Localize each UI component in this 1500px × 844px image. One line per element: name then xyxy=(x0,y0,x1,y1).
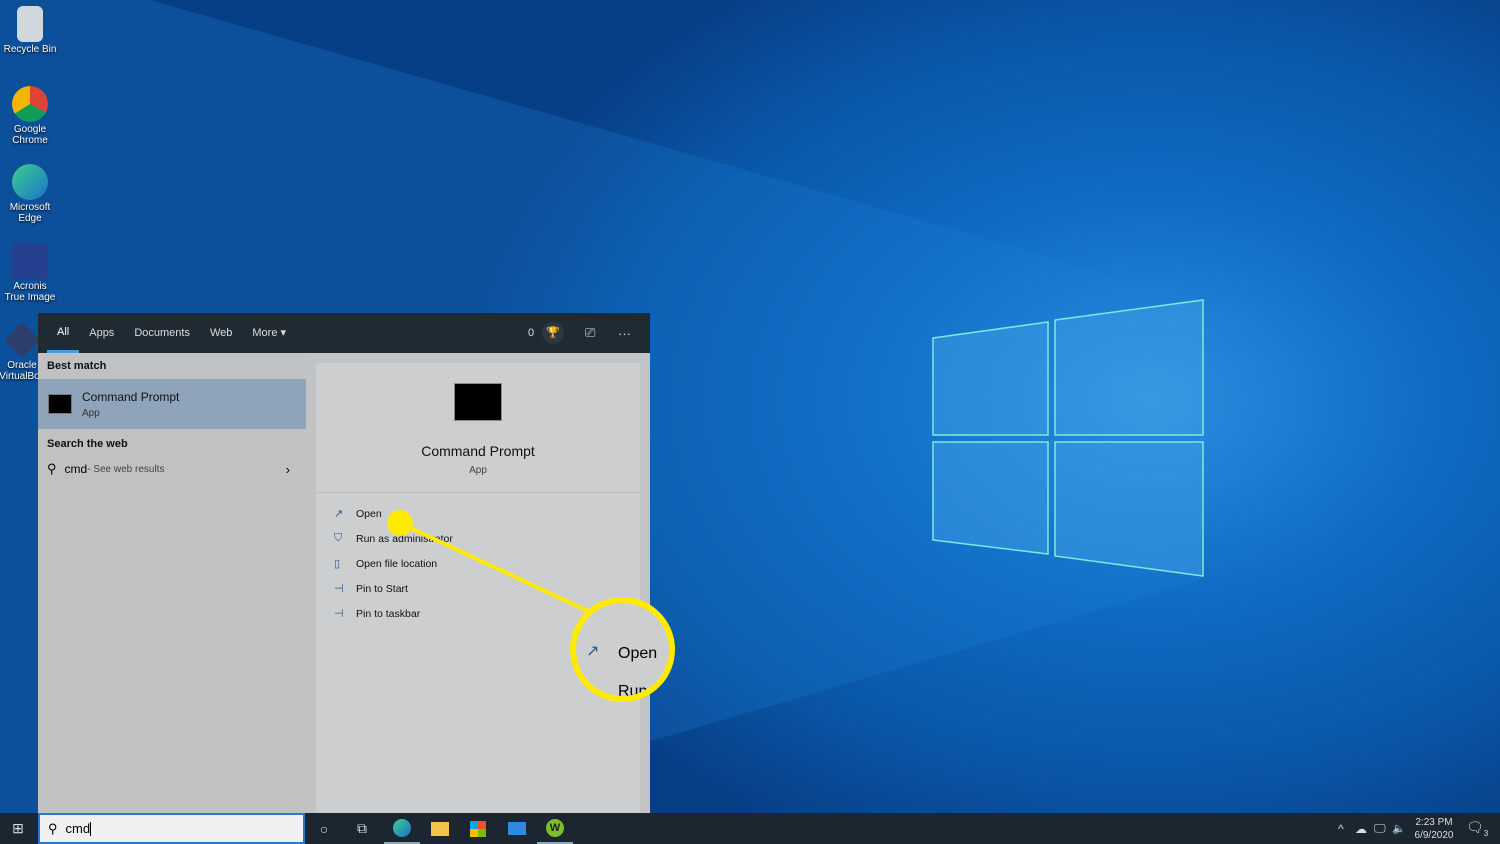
zoom-callout: ↗ Open Run xyxy=(570,597,675,702)
tab-apps[interactable]: Apps xyxy=(79,313,124,353)
chevron-down-icon: ▾ xyxy=(280,327,287,339)
action-run-as-administrator[interactable]: ⛉ Run as administrator xyxy=(316,526,640,551)
mail-icon[interactable] xyxy=(499,813,535,844)
search-icon: ⚲ xyxy=(47,461,57,476)
taskbar: ⊞ ⚲ cmd ○ ⧉ W ^ ☁ 🖵 🔈 2:23 PM 6/9/2020 🗨3 xyxy=(0,813,1500,844)
desktop-icon-chrome[interactable]: Google Chrome xyxy=(2,86,58,146)
taskbar-search-input[interactable]: ⚲ cmd xyxy=(38,813,305,844)
desktop-icon-edge[interactable]: Microsoft Edge xyxy=(2,164,58,224)
detail-pane: Command Prompt App ↗ Open ⛉ Run as adminis… xyxy=(316,363,640,813)
chrome-icon xyxy=(12,86,48,122)
acronis-icon xyxy=(12,243,48,279)
search-icon: ⚲ xyxy=(48,820,58,836)
edge-icon xyxy=(12,164,48,200)
search-panel: All Apps Documents Web More ▾ 0 🏆 ⎚ ··· … xyxy=(38,313,650,813)
action-pin-to-start[interactable]: ⊣ Pin to Start xyxy=(316,576,640,601)
desktop-icon-acronis[interactable]: Acronis True Image xyxy=(2,243,58,303)
results-pane: Best match Command Prompt App Search the… xyxy=(38,353,306,813)
chevron-up-icon[interactable]: ^ xyxy=(1338,822,1344,836)
rewards-count: 0 xyxy=(528,327,535,339)
chevron-right-icon: › xyxy=(285,461,290,477)
recycle-bin-icon xyxy=(17,6,43,42)
pin-icon: ⊣ xyxy=(334,583,344,595)
open-icon: ↗ xyxy=(334,508,344,520)
command-prompt-large-icon xyxy=(454,383,502,421)
volume-icon[interactable]: 🔈 xyxy=(1392,822,1406,835)
tab-all[interactable]: All xyxy=(47,313,80,353)
pin-icon: ⊣ xyxy=(334,608,344,620)
virtualbox-icon xyxy=(4,322,40,358)
trophy-icon[interactable]: 🏆 xyxy=(542,322,564,344)
detail-subtitle: App xyxy=(469,465,487,476)
app-w-icon[interactable]: W xyxy=(537,813,573,844)
best-match-heading: Best match xyxy=(47,360,107,372)
feedback-icon[interactable]: ⎚ xyxy=(585,325,595,341)
action-open-file-location[interactable]: ▯ Open file location xyxy=(316,551,640,576)
task-view-icon[interactable]: ⧉ xyxy=(344,813,380,844)
web-result-cmd[interactable]: ⚲ cmd - See web results › xyxy=(38,457,306,481)
store-icon[interactable] xyxy=(460,813,496,844)
windows-start-icon[interactable]: ⊞ xyxy=(0,813,36,844)
notification-icon[interactable]: 🗨3 xyxy=(1466,819,1488,838)
detail-title: Command Prompt xyxy=(421,443,535,459)
search-tabs: All Apps Documents Web More ▾ 0 🏆 ⎚ ··· xyxy=(38,313,650,353)
shield-icon: ⛉ xyxy=(334,532,343,544)
edge-taskbar-icon[interactable] xyxy=(384,813,420,844)
cortana-icon[interactable]: ○ xyxy=(306,813,342,844)
network-icon[interactable]: 🖵 xyxy=(1374,821,1386,836)
search-web-heading: Search the web xyxy=(47,438,128,450)
best-match-command-prompt[interactable]: Command Prompt App xyxy=(38,379,306,429)
tab-web[interactable]: Web xyxy=(200,313,242,353)
file-explorer-icon[interactable] xyxy=(422,813,458,844)
tab-documents[interactable]: Documents xyxy=(124,313,200,353)
more-options-icon[interactable]: ··· xyxy=(618,326,631,341)
onedrive-icon[interactable]: ☁ xyxy=(1355,822,1367,836)
clock[interactable]: 2:23 PM 6/9/2020 xyxy=(1412,816,1456,842)
desktop-icon-recycle-bin[interactable]: Recycle Bin xyxy=(2,6,58,55)
action-open[interactable]: ↗ Open xyxy=(316,501,640,526)
command-prompt-icon xyxy=(48,394,72,414)
tab-more[interactable]: More ▾ xyxy=(242,313,296,353)
open-icon: ↗ xyxy=(586,643,600,660)
file-icon: ▯ xyxy=(334,558,341,570)
